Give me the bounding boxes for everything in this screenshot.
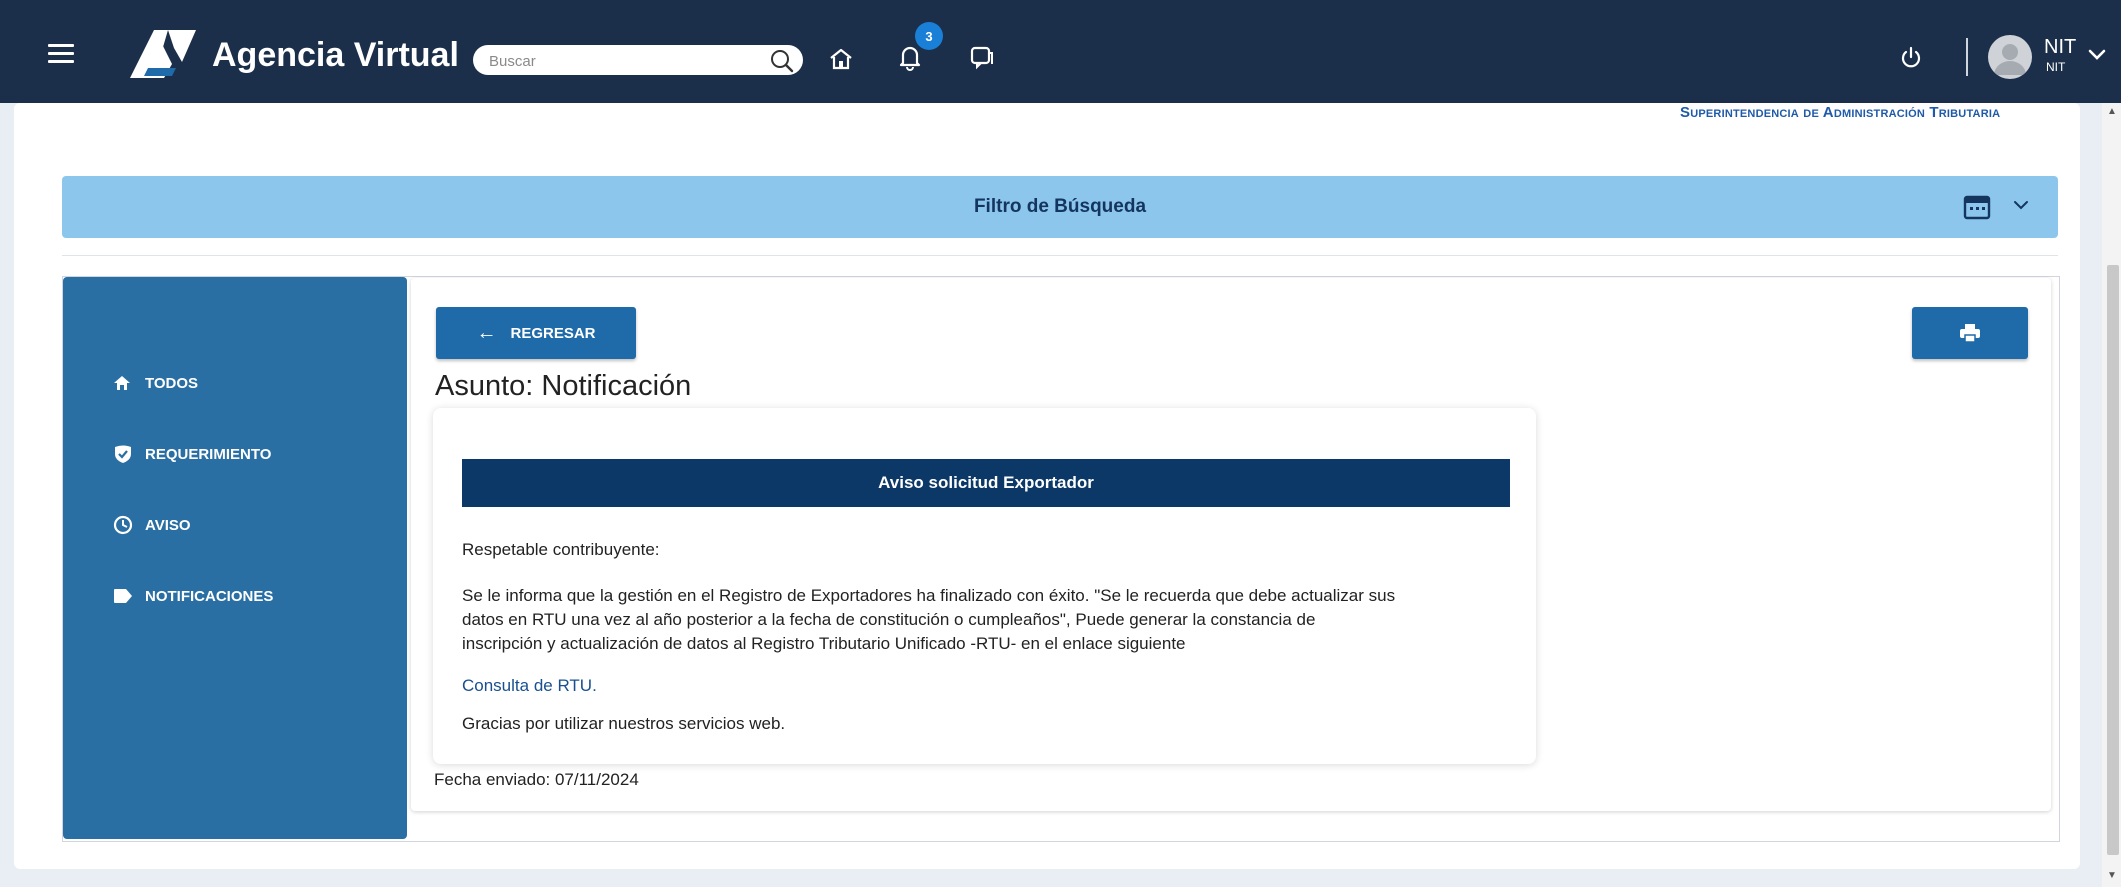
notification-badge: 3 <box>915 22 943 50</box>
power-icon[interactable] <box>1898 45 1924 71</box>
arrow-left-icon: ← <box>476 321 497 344</box>
sidebar-item-requerimiento[interactable]: REQUERIMIENTO <box>113 444 271 464</box>
body-line-2: datos en RTU una vez al año posterior a … <box>462 610 1316 629</box>
filter-bar[interactable]: Filtro de Búsqueda <box>62 176 2058 238</box>
scroll-up-icon[interactable]: ▲ <box>2107 106 2117 117</box>
sent-date: Fecha enviado: 07/11/2024 <box>434 770 639 789</box>
sidebar-item-notificaciones[interactable]: NOTIFICACIONES <box>113 586 273 606</box>
brand-title: Agencia Virtual <box>212 36 459 74</box>
avatar[interactable] <box>1988 35 2032 79</box>
search-input[interactable] <box>487 49 761 73</box>
sidebar: TODOS REQUERIMIENTO AVISO NOTIFICACIONES <box>63 277 407 839</box>
print-button[interactable] <box>1912 307 2028 359</box>
tag-icon <box>113 586 133 606</box>
menu-icon[interactable] <box>48 44 74 64</box>
search-icon[interactable] <box>769 48 795 74</box>
scrollbar-thumb[interactable] <box>2107 265 2119 855</box>
sidebar-item-label: TODOS <box>145 374 199 392</box>
divider <box>62 255 2058 256</box>
calendar-icon[interactable] <box>1962 192 1992 222</box>
clock-icon <box>113 515 133 535</box>
notice-title: Aviso solicitud Exportador <box>462 459 1510 507</box>
user-name[interactable]: NIT <box>2044 36 2076 59</box>
page-title: Asunto: Notificación <box>435 370 692 402</box>
home-icon <box>113 373 133 393</box>
back-button-label: REGRESAR <box>510 324 596 342</box>
chevron-down-icon[interactable] <box>2088 48 2106 62</box>
scroll-down-icon[interactable]: ▼ <box>2107 870 2117 881</box>
sidebar-item-aviso[interactable]: AVISO <box>113 515 191 535</box>
thanks-text: Gracias por utilizar nuestros servicios … <box>462 714 786 733</box>
user-subtitle: NIT <box>2046 60 2066 74</box>
sidebar-item-label: AVISO <box>145 516 191 534</box>
chevron-down-icon[interactable] <box>2012 198 2030 212</box>
sidebar-item-todos[interactable]: TODOS <box>113 373 198 393</box>
shield-check-icon <box>113 444 133 464</box>
user-icon <box>1994 44 2026 75</box>
body-line-3: inscripción y actualización de datos al … <box>462 634 1186 653</box>
greeting-text: Respetable contribuyente: <box>462 540 660 559</box>
printer-icon <box>1960 324 1980 343</box>
sidebar-item-label: NOTIFICACIONES <box>145 587 274 605</box>
filter-title: Filtro de Búsqueda <box>973 196 1147 217</box>
home-icon[interactable] <box>828 46 854 72</box>
agencia-virtual-logo <box>130 30 196 78</box>
rtu-link[interactable]: Consulta de RTU. <box>462 676 597 696</box>
top-navbar: Agencia Virtual 3 NIT NIT <box>0 0 2121 103</box>
sidebar-item-label: REQUERIMIENTO <box>145 445 272 463</box>
body-line-1: Se le informa que la gestión en el Regis… <box>462 586 1396 605</box>
back-button[interactable]: ← REGRESAR <box>436 307 636 359</box>
institution-name: Superintendencia de Administración Tribu… <box>1680 104 2001 121</box>
search-box <box>473 45 803 75</box>
navbar-divider <box>1966 38 1968 76</box>
chat-icon[interactable] <box>968 44 996 72</box>
